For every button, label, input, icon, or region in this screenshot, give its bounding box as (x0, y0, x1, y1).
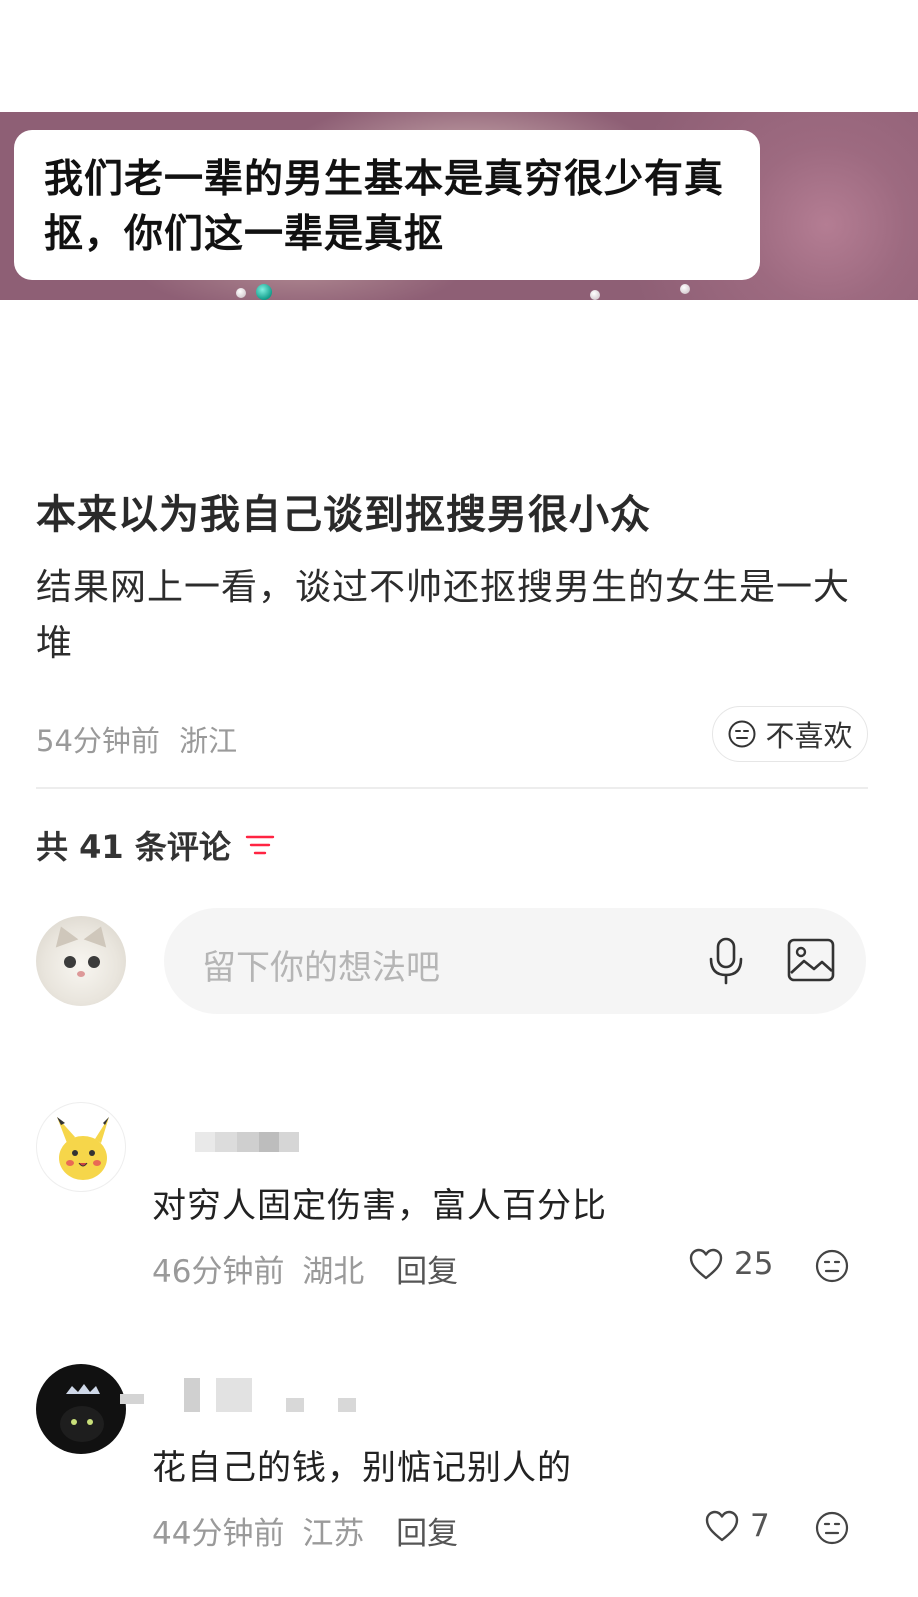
mic-icon[interactable] (702, 935, 750, 987)
gem-decoration (256, 284, 272, 300)
like-button[interactable]: 25 (688, 1246, 773, 1282)
image-icon[interactable] (786, 935, 836, 985)
post-detail-page: 我们老一辈的男生基本是真穷很少有真抠，你们这一辈是真抠 本来以为我自己谈到抠搜男… (0, 0, 918, 1597)
pearl-decoration (680, 284, 690, 294)
comment-meta: 46分钟前 湖北 回复 (152, 1246, 458, 1291)
comment-count-number: 41 (79, 828, 124, 866)
pearl-decoration (590, 290, 600, 300)
comment-time: 46分钟前 (152, 1254, 285, 1290)
dislike-button[interactable]: 不喜欢 (712, 706, 868, 762)
comment-location: 江苏 (302, 1516, 365, 1552)
comment-count-text: 共 41 条评论 (36, 822, 231, 868)
sort-icon[interactable] (245, 832, 275, 858)
post-meta-text: 54分钟前 浙江 (36, 718, 237, 760)
like-count: 25 (734, 1246, 774, 1282)
like-button[interactable]: 7 (704, 1508, 770, 1544)
heart-icon (689, 1248, 723, 1280)
comment-text: 花自己的钱，别惦记别人的 (152, 1448, 572, 1488)
comment-meta: 44分钟前 江苏 回复 (152, 1508, 458, 1553)
dislike-label: 不喜欢 (765, 719, 853, 753)
reply-button[interactable]: 回复 (396, 1516, 458, 1552)
pikachu-avatar-icon (57, 1117, 109, 1180)
post-body: 结果网上一看，谈过不帅还抠搜男生的女生是一大堆 (36, 567, 851, 664)
commenter-avatar[interactable] (36, 1364, 126, 1454)
commenter-avatar[interactable] (36, 1102, 126, 1192)
black-cat-avatar-icon (60, 1384, 104, 1442)
commenter-name-blurred[interactable] (195, 1132, 299, 1152)
comment-count-suffix: 条评论 (134, 828, 231, 866)
face-neutral-icon (728, 720, 756, 748)
quote-text: 我们老一辈的男生基本是真穷很少有真抠，你们这一辈是真抠 (44, 157, 725, 257)
post-title: 本来以为我自己谈到抠搜男很小众 (36, 492, 651, 538)
comment-location: 湖北 (302, 1254, 365, 1290)
comment-text: 对穷人固定伤害，富人百分比 (152, 1186, 607, 1226)
comment-count-prefix: 共 (36, 828, 69, 866)
dislike-face-icon[interactable] (814, 1248, 850, 1284)
comment-count-header: 共 41 条评论 (36, 822, 275, 868)
post-location: 浙江 (179, 724, 238, 758)
heart-icon (705, 1510, 739, 1542)
divider (36, 787, 868, 789)
comment-input-placeholder: 留下你的想法吧 (202, 948, 440, 988)
dislike-face-icon[interactable] (814, 1510, 850, 1546)
post-time: 54分钟前 (36, 724, 160, 758)
post-meta: 54分钟前 浙江 不喜欢 (36, 706, 868, 766)
my-avatar (36, 916, 126, 1006)
commenter-name-blurred[interactable] (120, 1378, 356, 1412)
pearl-decoration (236, 288, 246, 298)
like-count: 7 (750, 1508, 770, 1544)
reply-button[interactable]: 回复 (396, 1254, 458, 1290)
quote-card: 我们老一辈的男生基本是真穷很少有真抠，你们这一辈是真抠 (14, 130, 760, 280)
comment-input[interactable]: 留下你的想法吧 (164, 908, 866, 1014)
comment-time: 44分钟前 (152, 1516, 285, 1552)
